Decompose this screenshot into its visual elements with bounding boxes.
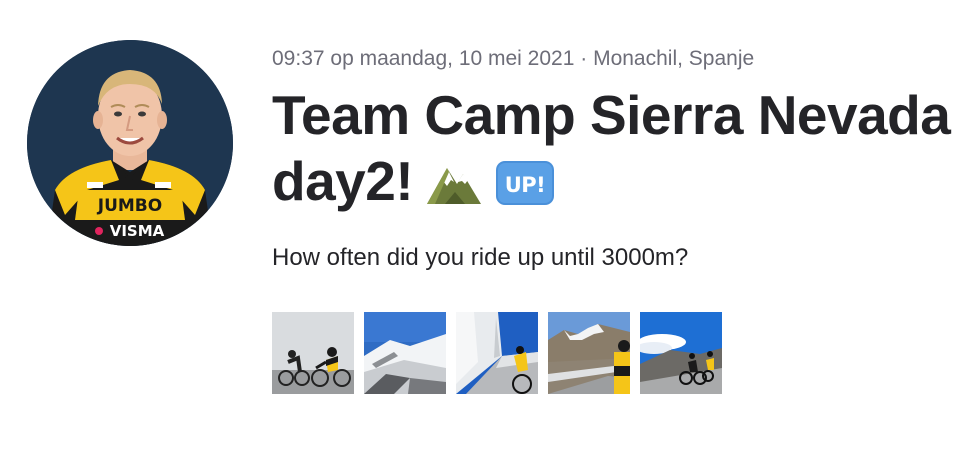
- mountain-icon: [425, 154, 483, 220]
- photo-thumbnail-2[interactable]: [364, 312, 446, 394]
- photo-thumbnail-3[interactable]: [456, 312, 538, 394]
- activity-title-text: Team Camp Sierra Nevada day2!: [272, 84, 951, 212]
- photo-thumbnail-4[interactable]: [548, 312, 630, 394]
- activity-title[interactable]: Team Camp Sierra Nevada day2! UP!: [272, 82, 962, 220]
- activity-location: Monachil, Spanje: [593, 47, 755, 70]
- activity-meta: 09:37 op maandag, 10 mei 2021 · Monachil…: [272, 44, 962, 74]
- photo-strip: [272, 312, 722, 394]
- up-label: UP!: [505, 173, 546, 197]
- jersey-text-visma: VISMA: [110, 222, 165, 240]
- activity-description: How often did you ride up until 3000m?: [272, 244, 689, 271]
- photo-thumbnail-5[interactable]: [640, 312, 722, 394]
- meta-separator: ·: [574, 47, 594, 70]
- photo-thumbnail-1[interactable]: [272, 312, 354, 394]
- activity-datetime: 09:37 op maandag, 10 mei 2021: [272, 47, 575, 70]
- athlete-avatar[interactable]: JUMBO VISMA: [27, 40, 233, 246]
- avatar-photo: JUMBO VISMA: [27, 40, 233, 246]
- up-button-icon: UP!: [495, 154, 555, 220]
- jersey-text-jumbo: JUMBO: [97, 196, 162, 216]
- activity-details: 09:37 op maandag, 10 mei 2021 · Monachil…: [272, 44, 962, 274]
